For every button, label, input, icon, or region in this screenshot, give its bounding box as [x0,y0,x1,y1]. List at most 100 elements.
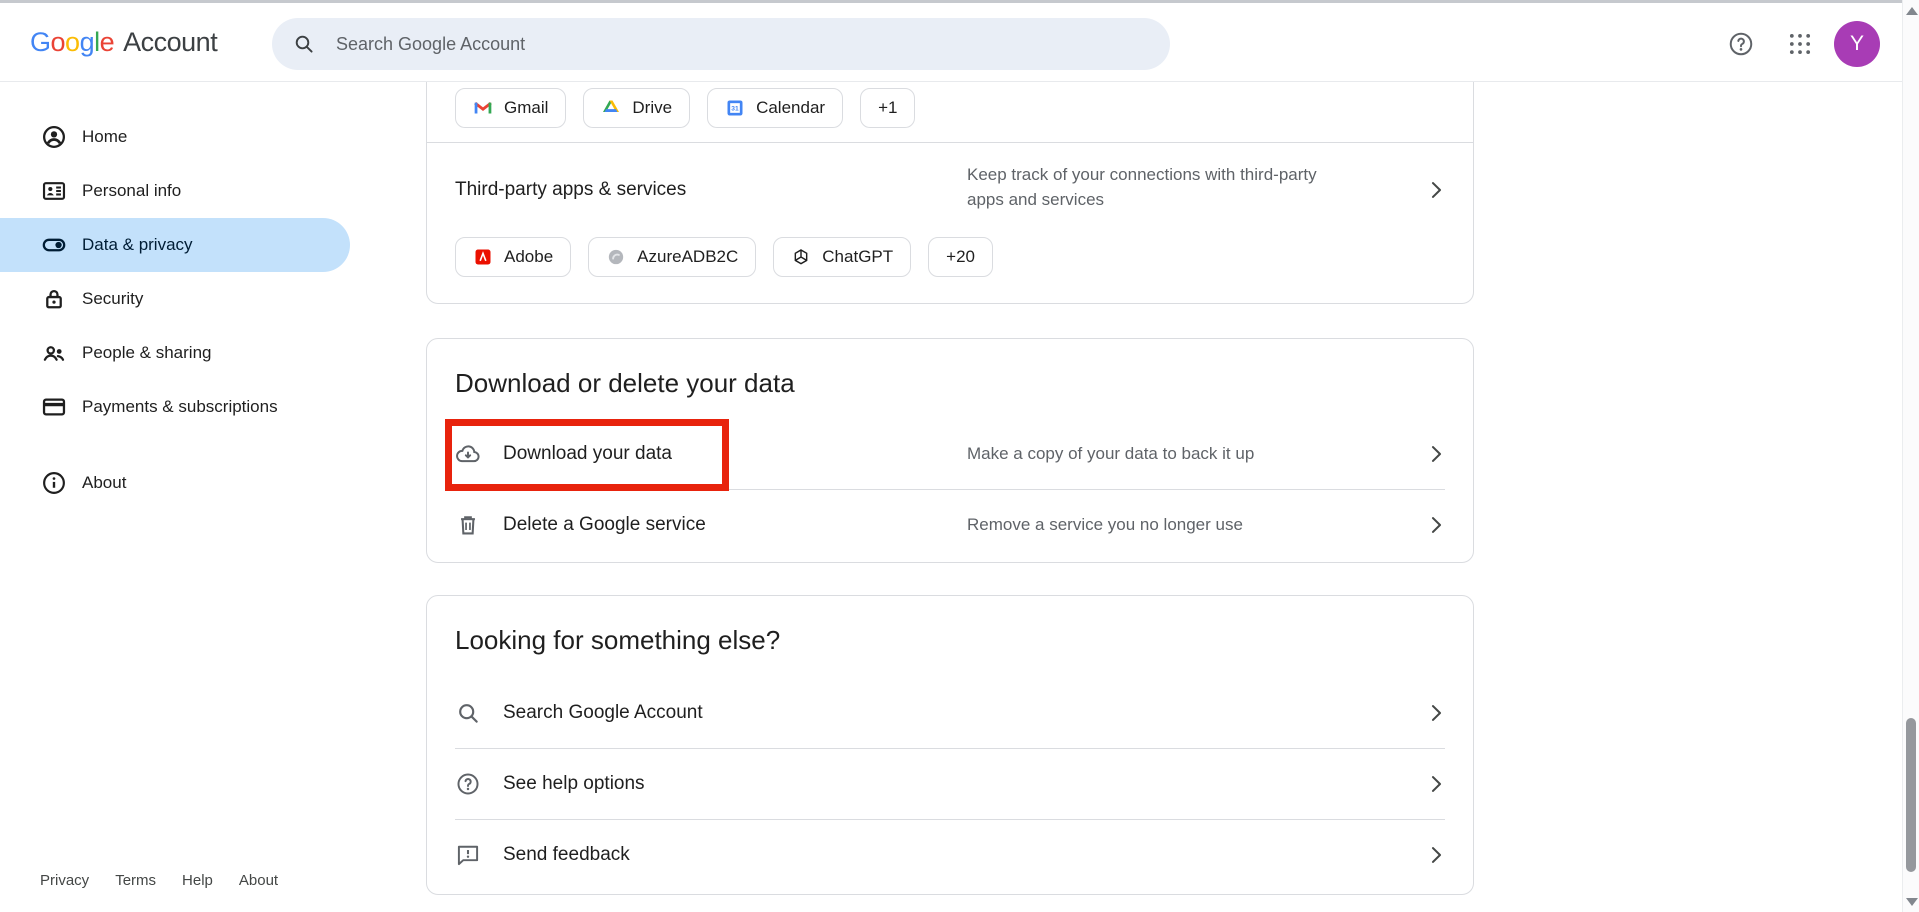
feedback-icon [455,842,481,868]
row-label: Send feedback [503,844,630,866]
row-description: Make a copy of your data to back it up [967,444,1254,464]
gmail-icon [473,98,493,118]
app-chip-drive[interactable]: Drive [583,88,690,128]
sidebar-item-label: Security [82,289,143,309]
google-account-logo[interactable]: Google Account [30,3,217,82]
row-label: Delete a Google service [503,514,706,536]
download-your-data-row[interactable]: Download your data Make a copy of your d… [427,419,1473,489]
logo-letter: g [80,27,95,58]
sidebar-item-personal-info[interactable]: Personal info [0,164,350,218]
avatar-letter: Y [1850,32,1864,56]
chip-label: +20 [946,247,975,267]
sidebar: Home Personal info Data & privacy Securi… [0,82,350,510]
logo-letter: G [30,27,51,58]
sidebar-item-home[interactable]: Home [0,110,350,164]
service-chip-azureadb2c[interactable]: AzureADB2C [588,237,756,277]
sidebar-item-about[interactable]: About [0,456,350,510]
footer-links: Privacy Terms Help About [40,872,278,889]
scrollbar-thumb[interactable] [1906,718,1916,872]
scrollbar-track [1902,0,1919,912]
footer-link-privacy[interactable]: Privacy [40,872,89,889]
chip-label: +1 [878,98,897,118]
card-title: Download or delete your data [427,339,1473,399]
chevron-right-icon [1423,700,1449,726]
cloud-download-icon [455,441,481,467]
trash-icon [455,512,481,538]
third-party-apps-row[interactable]: Third-party apps & services Keep track o… [427,143,1473,237]
send-feedback-row[interactable]: Send feedback [427,820,1473,890]
chevron-right-icon [1423,177,1449,203]
search-icon [455,700,481,726]
toggle-icon [41,232,67,258]
service-chip-adobe[interactable]: Adobe [455,237,571,277]
see-help-options-row[interactable]: See help options [427,749,1473,819]
search-input[interactable] [336,34,1096,55]
calendar-icon: 31 [725,98,745,118]
drive-icon [601,98,621,118]
chip-label: Calendar [756,98,825,118]
app-chip-gmail[interactable]: Gmail [455,88,566,128]
svg-text:31: 31 [731,105,739,112]
third-party-service-chips: Adobe AzureADB2C ChatGPT +20 [427,237,1473,303]
service-chip-more[interactable]: +20 [928,237,993,277]
chevron-right-icon [1423,771,1449,797]
card-download-delete: Download or delete your data Download yo… [426,338,1474,563]
row-label: Search Google Account [503,702,703,724]
people-icon [41,340,67,366]
chip-label: Adobe [504,247,553,267]
search-google-account-row[interactable]: Search Google Account [427,678,1473,748]
app-chip-more[interactable]: +1 [860,88,915,128]
adobe-icon [473,247,493,267]
chip-label: Gmail [504,98,548,118]
help-icon [455,771,481,797]
chevron-right-icon [1423,441,1449,467]
delete-google-service-row[interactable]: Delete a Google service Remove a service… [427,490,1473,560]
sidebar-item-payments[interactable]: Payments & subscriptions [0,380,350,434]
card-something-else: Looking for something else? Search Googl… [426,595,1474,895]
apps-grid-icon[interactable] [1786,30,1814,58]
chevron-right-icon [1423,512,1449,538]
sidebar-item-label: Data & privacy [82,235,193,255]
scrollbar-up-arrow[interactable] [1906,7,1918,15]
sidebar-item-label: People & sharing [82,343,211,363]
footer-link-about[interactable]: About [239,872,278,889]
logo-product-name: Account [123,27,217,58]
app-header: Google Account Y [0,3,1902,82]
azure-adb2c-icon [606,247,626,267]
credit-card-icon [41,394,67,420]
card-third-party-apps: Gmail Drive 31 Calendar +1 Third-party a… [426,82,1474,304]
logo-letter: e [100,27,115,58]
info-icon [41,470,67,496]
service-chip-chatgpt[interactable]: ChatGPT [773,237,911,277]
chatgpt-icon [791,247,811,267]
footer-link-terms[interactable]: Terms [115,872,156,889]
sidebar-item-label: Personal info [82,181,181,201]
sidebar-item-data-privacy[interactable]: Data & privacy [0,218,350,272]
row-label: Download your data [503,443,672,465]
help-icon[interactable] [1727,30,1755,58]
sidebar-item-label: Home [82,127,127,147]
chip-label: ChatGPT [822,247,893,267]
sidebar-item-security[interactable]: Security [0,272,350,326]
logo-letter: o [51,27,66,58]
sidebar-spacer [0,82,350,110]
account-circle-icon [41,124,67,150]
sidebar-item-label: Payments & subscriptions [82,397,278,417]
sidebar-item-people-sharing[interactable]: People & sharing [0,326,350,380]
row-description: Keep track of your connections with thir… [967,162,1339,212]
contact-card-icon [41,178,67,204]
avatar[interactable]: Y [1834,21,1880,67]
chip-label: Drive [632,98,672,118]
card-rows: Download your data Make a copy of your d… [427,419,1473,560]
scrollbar-down-arrow[interactable] [1906,898,1918,906]
card-rows: Search Google Account See help options [427,678,1473,890]
google-app-chips: Gmail Drive 31 Calendar +1 [427,82,1473,142]
card-title: Looking for something else? [427,596,1473,656]
lock-icon [41,286,67,312]
chip-label: AzureADB2C [637,247,738,267]
footer-link-help[interactable]: Help [182,872,213,889]
app-chip-calendar[interactable]: 31 Calendar [707,88,843,128]
sidebar-item-label: About [82,473,126,493]
account-search-bar[interactable] [272,18,1170,70]
main-content: Gmail Drive 31 Calendar +1 Third-party a… [426,82,1474,895]
